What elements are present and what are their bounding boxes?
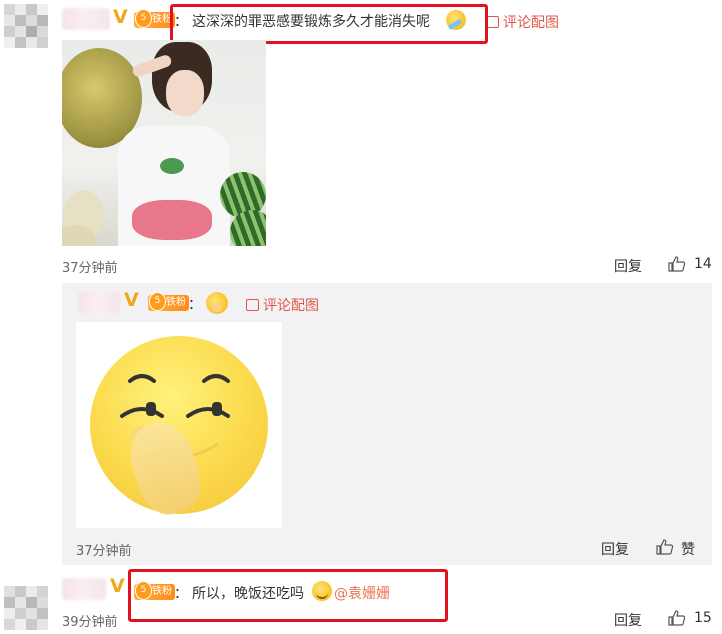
view-image-label: 评论配图 (263, 298, 319, 314)
highlight-box (170, 4, 488, 44)
username[interactable] (62, 578, 106, 600)
like-count: 14 (694, 256, 712, 272)
view-comment-image-link[interactable]: 评论配图 (246, 295, 319, 315)
like-thumb-icon[interactable] (668, 256, 686, 272)
comment-time: 39分钟前 (62, 615, 118, 630)
fan-badge[interactable]: 5 铁粉 (148, 292, 189, 311)
reply-button[interactable]: 回复 (601, 539, 629, 559)
fan-badge[interactable]: 5 铁粉 (134, 9, 175, 28)
fan-badge-label: 铁粉 (166, 297, 186, 308)
verified-badge: V (110, 575, 125, 597)
view-image-label: 评论配图 (503, 15, 559, 31)
like-thumb-icon[interactable] (656, 539, 674, 555)
comment-image[interactable] (62, 40, 266, 246)
highlight-box (128, 569, 448, 622)
shy-covering-mouth-emoji-icon (206, 292, 228, 314)
comment-time: 37分钟前 (62, 261, 118, 276)
verified-badge: V (124, 289, 139, 311)
username[interactable] (78, 291, 120, 313)
fan-badge-label: 铁粉 (152, 14, 172, 25)
comment-time: 37分钟前 (76, 544, 132, 559)
comment-separator: ： (188, 297, 202, 313)
shirt-print (132, 200, 212, 240)
fan-level-icon: 5 (149, 292, 166, 311)
face-shape (166, 70, 204, 116)
reply-button[interactable]: 回复 (614, 610, 642, 630)
fan-level-icon: 5 (135, 9, 152, 28)
avatar[interactable] (4, 4, 48, 48)
view-comment-image-link[interactable]: 评论配图 (486, 12, 559, 32)
comment-image[interactable] (76, 322, 282, 528)
avatar[interactable] (4, 586, 48, 630)
shirt-leaf (160, 158, 184, 174)
like-label[interactable]: 赞 (681, 539, 695, 559)
image-icon (246, 299, 259, 311)
verified-badge: V (113, 6, 128, 28)
like-thumb-icon[interactable] (668, 610, 686, 626)
reply-button[interactable]: 回复 (614, 256, 642, 276)
username[interactable] (62, 8, 110, 30)
like-count: 15 (694, 610, 712, 626)
